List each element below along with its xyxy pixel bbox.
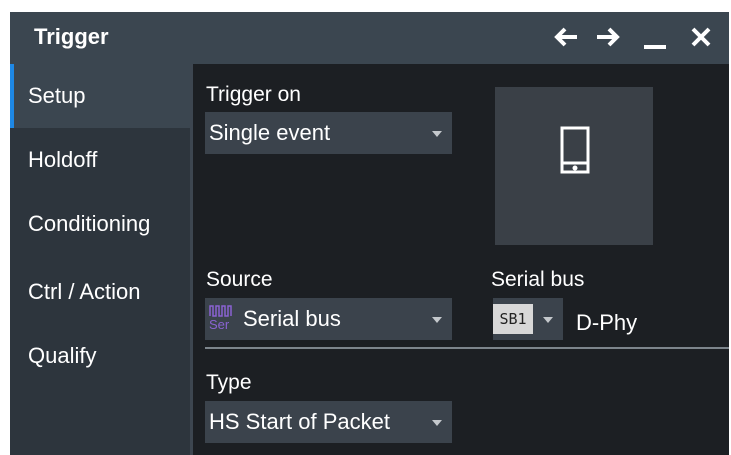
sidebar-item-conditioning[interactable]: Conditioning: [10, 192, 190, 256]
sidebar-item-label: Qualify: [28, 343, 97, 368]
serial-bus-label: Serial bus: [491, 268, 585, 291]
chevron-down-icon: [432, 131, 442, 137]
sidebar-item-label: Ctrl / Action: [28, 279, 141, 304]
sidebar-item-label: Holdoff: [28, 147, 98, 172]
sidebar: Setup Holdoff Conditioning Ctrl / Action…: [10, 64, 190, 455]
type-dropdown[interactable]: HS Start of Packet: [205, 401, 452, 443]
sidebar-item-ctrl-action[interactable]: Ctrl / Action: [10, 260, 190, 324]
minimize-icon[interactable]: [640, 21, 670, 60]
close-icon[interactable]: [686, 21, 716, 60]
serial-bus-icon-text: Ser: [209, 317, 230, 332]
serial-bus-badge: SB1: [493, 304, 533, 334]
arrow-left-icon[interactable]: [551, 21, 581, 60]
device-phone-icon: [560, 126, 590, 174]
dialog-title: Trigger: [34, 24, 109, 49]
trigger-on-dropdown[interactable]: Single event: [205, 112, 452, 154]
source-label: Source: [206, 268, 273, 291]
source-value: Serial bus: [243, 306, 341, 331]
sidebar-item-label: Conditioning: [28, 211, 151, 236]
trigger-on-label: Trigger on: [206, 83, 301, 106]
sidebar-item-label: Setup: [28, 83, 86, 108]
sidebar-item-setup[interactable]: Setup: [10, 64, 190, 128]
type-value: HS Start of Packet: [209, 409, 390, 434]
type-label: Type: [206, 371, 252, 394]
trigger-preview: [495, 87, 653, 245]
trigger-dialog: Trigger Setup Holdoff Conditioning Ctrl …: [10, 12, 729, 455]
title-bar: Trigger: [10, 12, 729, 64]
serial-bus-dropdown[interactable]: SB1: [493, 298, 563, 340]
chevron-down-icon: [432, 420, 442, 426]
section-divider: [205, 347, 729, 349]
serial-bus-protocol: D-Phy: [576, 310, 638, 335]
chevron-down-icon: [432, 317, 442, 323]
sidebar-item-qualify[interactable]: Qualify: [10, 324, 190, 388]
sidebar-item-holdoff[interactable]: Holdoff: [10, 128, 190, 192]
serial-bus-icon: Ser: [209, 304, 237, 334]
trigger-on-value: Single event: [209, 120, 331, 145]
arrow-right-icon[interactable]: [593, 21, 623, 60]
chevron-down-icon: [543, 317, 553, 323]
sidebar-divider: [190, 64, 193, 455]
source-dropdown[interactable]: Ser Serial bus: [205, 298, 452, 340]
